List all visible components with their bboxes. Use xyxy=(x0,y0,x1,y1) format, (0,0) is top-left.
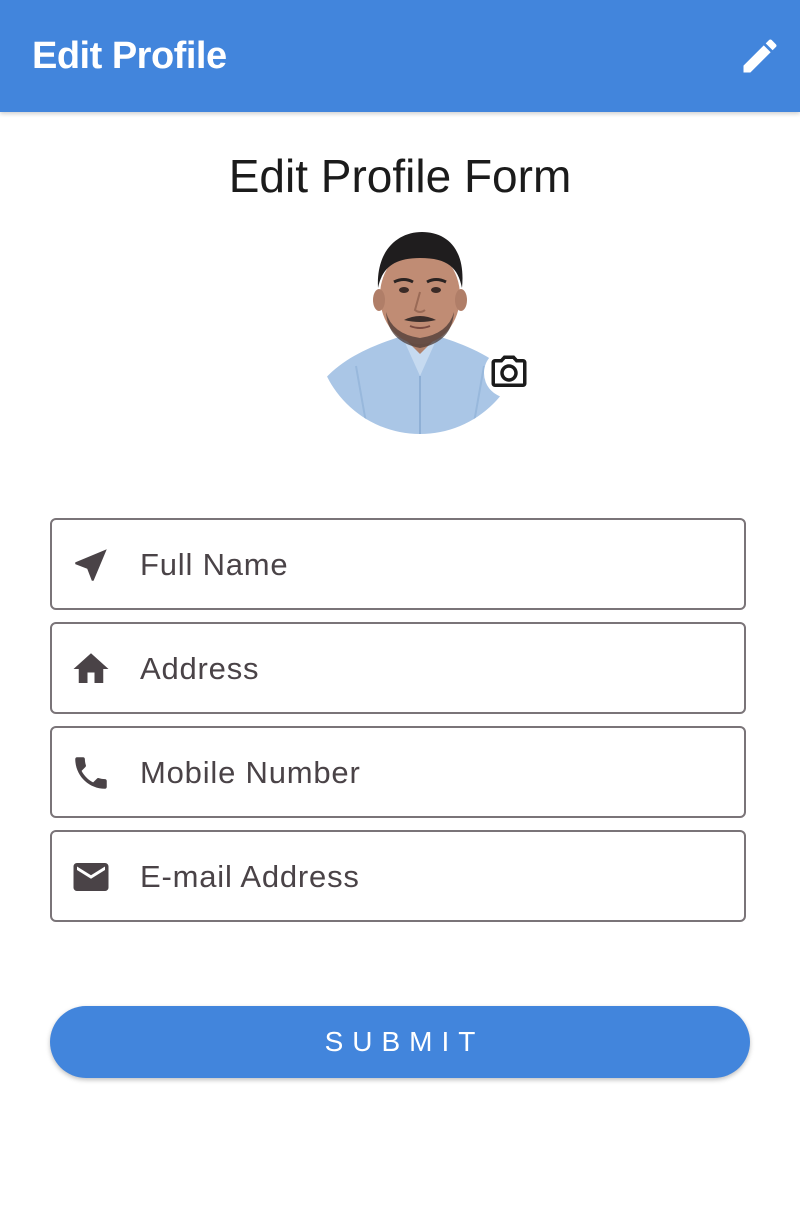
change-photo-button[interactable] xyxy=(484,348,534,398)
navigation-arrow-icon xyxy=(70,544,112,586)
email-icon xyxy=(70,856,112,898)
full-name-label: Full Name xyxy=(140,547,289,582)
edit-button[interactable] xyxy=(732,28,788,84)
camera-icon xyxy=(491,355,527,387)
mobile-number-field[interactable]: Mobile Number xyxy=(50,726,746,818)
email-label: E-mail Address xyxy=(140,859,360,894)
home-icon xyxy=(70,648,112,690)
email-field[interactable]: E-mail Address xyxy=(50,830,746,922)
avatar[interactable] xyxy=(316,226,524,434)
submit-button[interactable]: SUBMIT xyxy=(50,1006,750,1078)
submit-button-label: SUBMIT xyxy=(324,1026,485,1057)
page-title: Edit Profile Form xyxy=(228,150,572,202)
address-field[interactable]: Address xyxy=(50,622,746,714)
address-label: Address xyxy=(140,651,260,686)
mobile-number-label: Mobile Number xyxy=(140,755,361,790)
app-bar: Edit Profile xyxy=(0,0,800,112)
app-bar-title: Edit Profile xyxy=(32,35,227,77)
edit-pencil-icon xyxy=(743,39,777,73)
profile-photo xyxy=(316,232,524,434)
avatar-container xyxy=(316,226,534,434)
phone-icon xyxy=(70,752,112,794)
full-name-field[interactable]: Full Name xyxy=(50,518,746,610)
